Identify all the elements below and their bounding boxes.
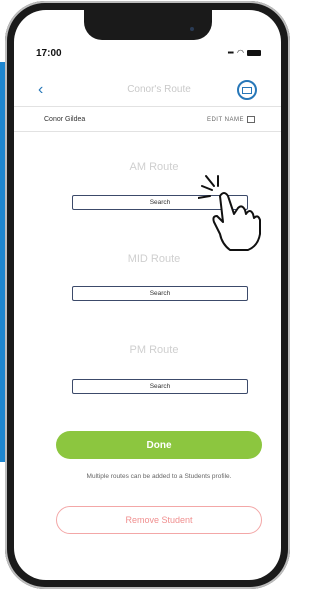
mail-icon bbox=[242, 86, 252, 94]
pm-route-label: PM Route bbox=[129, 344, 179, 356]
student-divider bbox=[14, 131, 281, 132]
status-icons: ▪▪▪ ◠ bbox=[227, 48, 261, 57]
signal-icon: ▪▪▪ bbox=[227, 48, 234, 57]
mid-route-label: MID Route bbox=[127, 253, 181, 265]
back-chevron-icon[interactable]: ‹ bbox=[38, 82, 43, 98]
screen: 17:00 ▪▪▪ ◠ ‹ Conor's Route Conor Gildea… bbox=[14, 10, 281, 580]
am-route-label: AM Route bbox=[129, 161, 179, 173]
edit-name-label: EDIT NAME bbox=[206, 116, 244, 123]
notch bbox=[84, 10, 212, 40]
wifi-icon: ◠ bbox=[237, 48, 244, 57]
status-time: 17:00 bbox=[36, 48, 62, 59]
mail-button[interactable] bbox=[237, 80, 257, 100]
page-title: Conor's Route bbox=[127, 84, 191, 95]
edit-name-button[interactable]: EDIT NAME bbox=[207, 116, 255, 123]
routes-note: Multiple routes can be added to a Studen… bbox=[86, 473, 232, 480]
mid-route-search[interactable]: Search bbox=[72, 286, 248, 301]
hand-pointer-icon bbox=[198, 175, 261, 251]
camera-icon bbox=[190, 27, 194, 31]
pm-route-search[interactable]: Search bbox=[72, 379, 248, 394]
phone-frame: 17:00 ▪▪▪ ◠ ‹ Conor's Route Conor Gildea… bbox=[5, 1, 290, 589]
remove-student-button[interactable]: Remove Student bbox=[56, 506, 262, 534]
battery-icon bbox=[247, 49, 261, 56]
done-button[interactable]: Done bbox=[56, 431, 262, 459]
edit-icon bbox=[247, 116, 255, 123]
header-divider bbox=[14, 106, 281, 107]
student-name: Conor Gildea bbox=[44, 116, 86, 123]
